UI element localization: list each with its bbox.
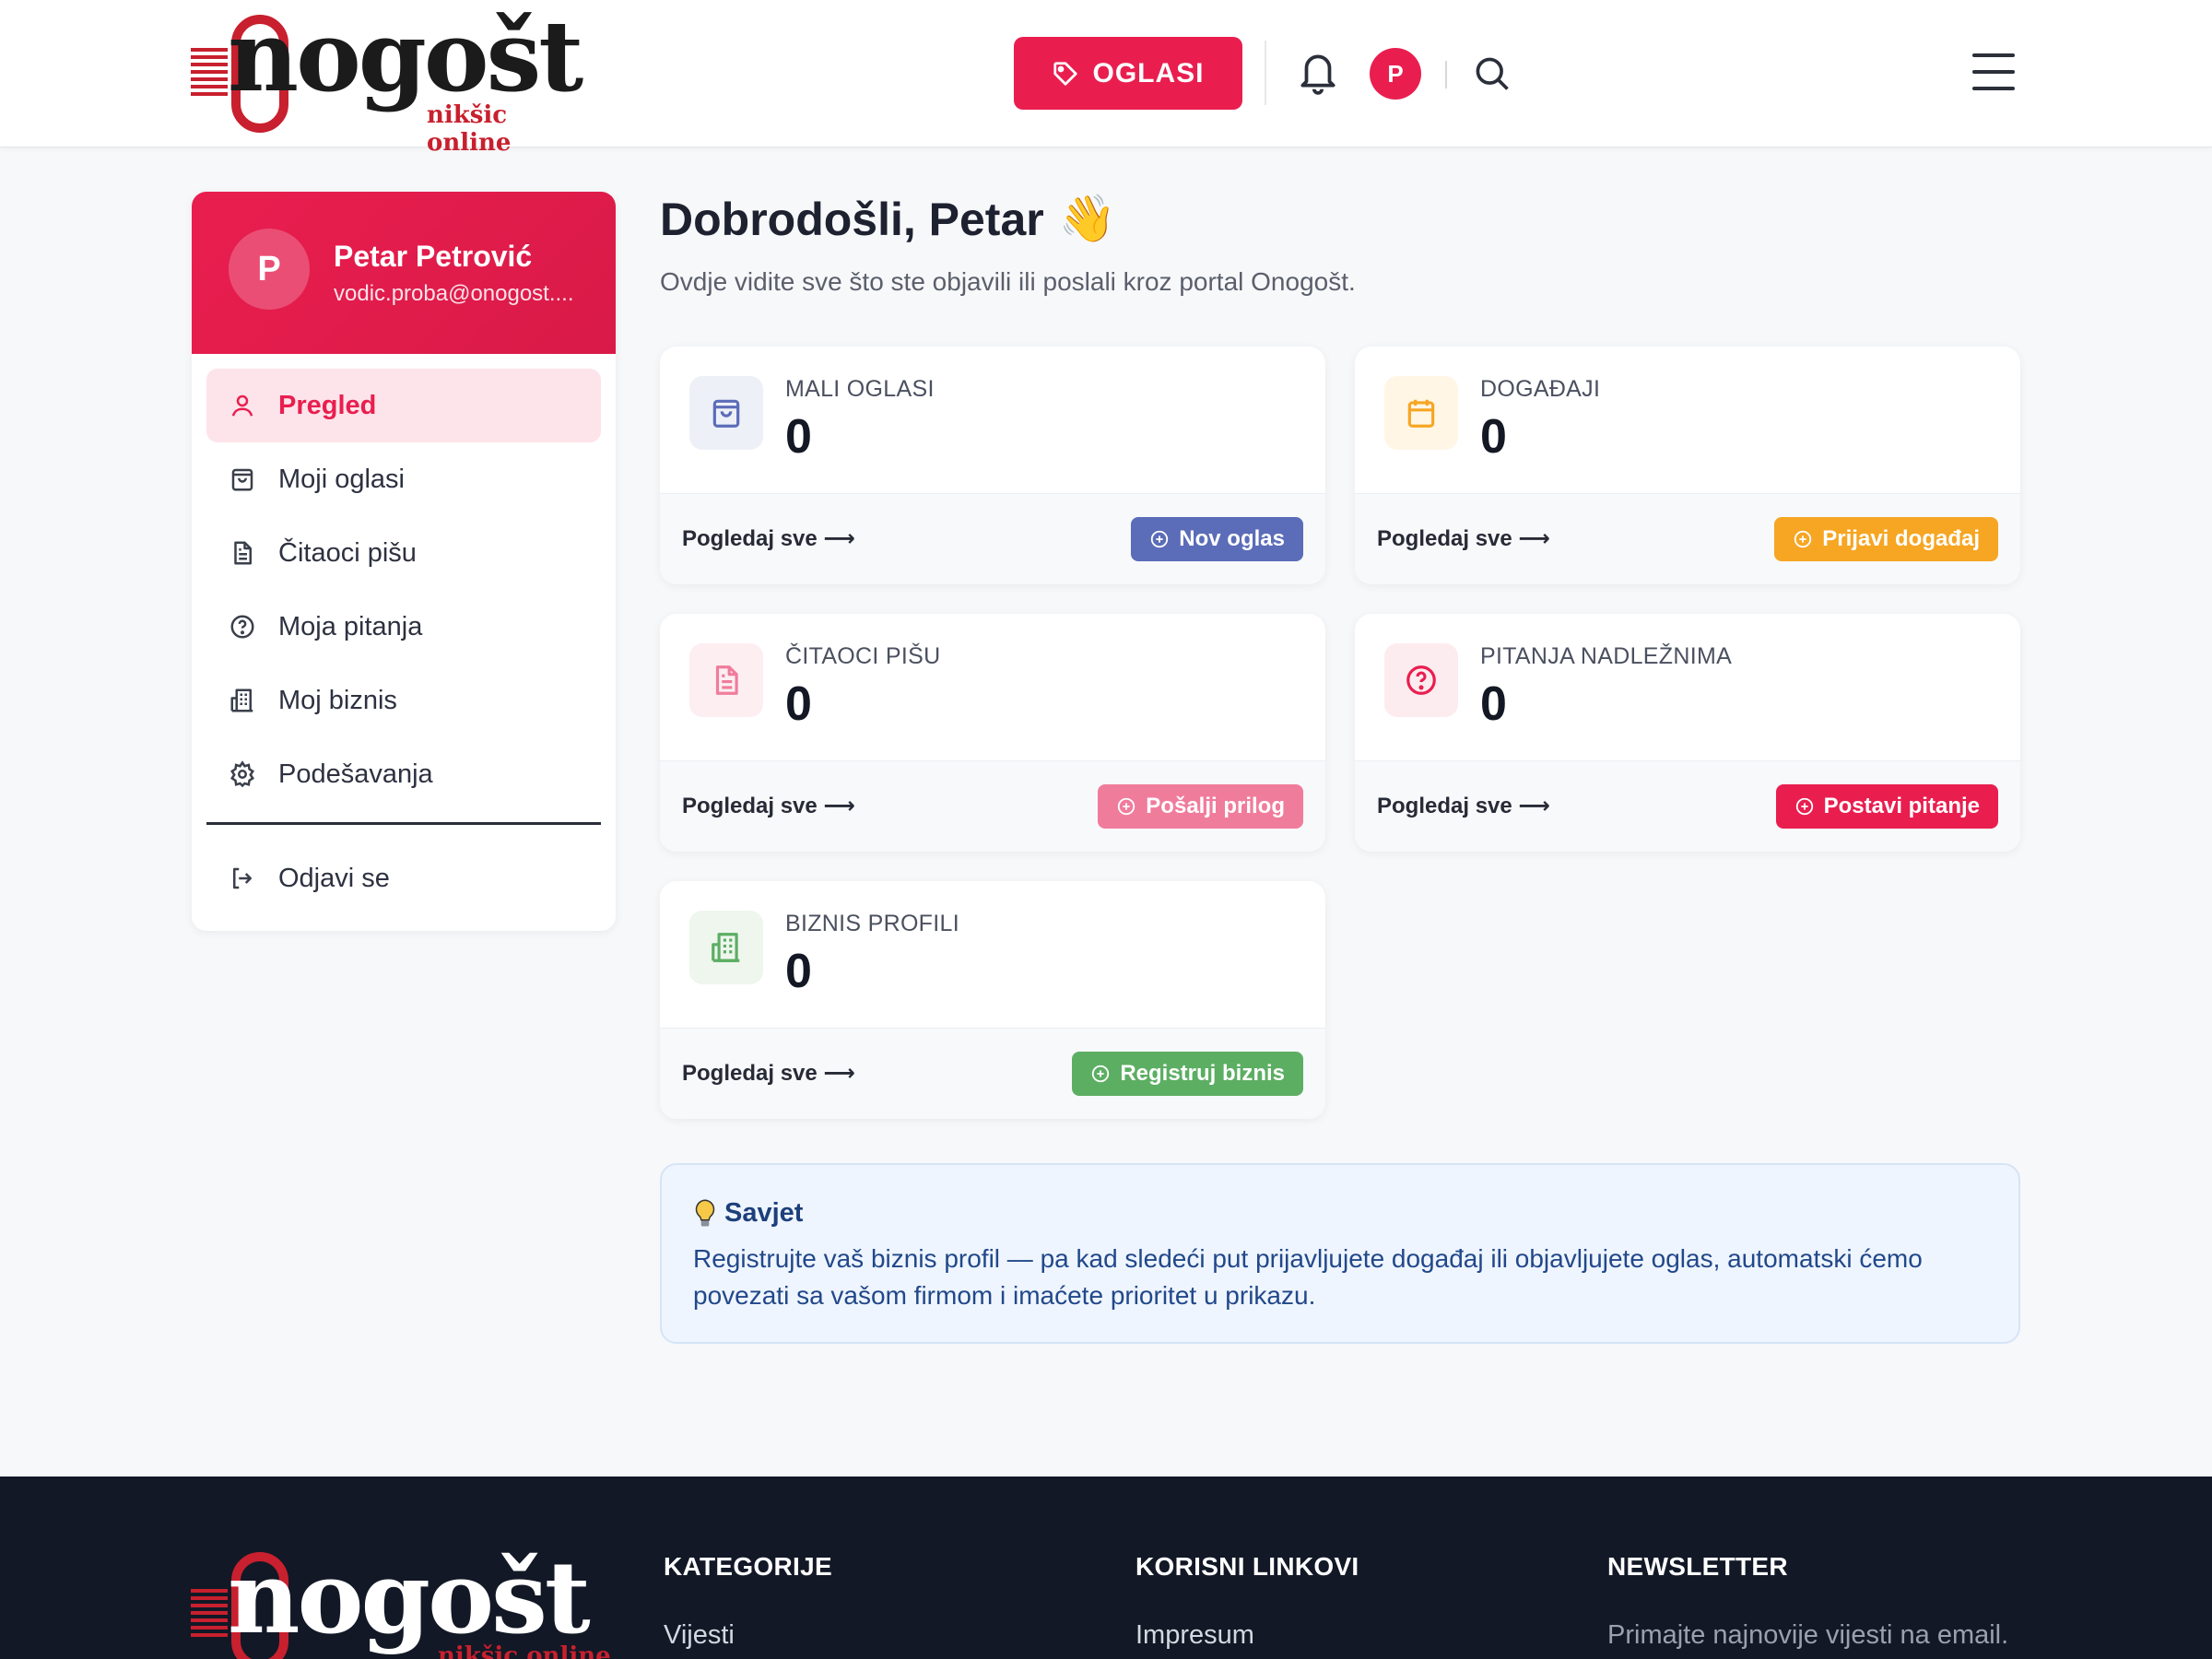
card-label: ČITAOCI PIŠU: [785, 643, 941, 669]
logo-subtitle: nikšic online: [438, 1642, 611, 1659]
view-all-link[interactable]: Pogledaj sve ⟶: [1377, 793, 1550, 819]
view-all-link[interactable]: Pogledaj sve ⟶: [1377, 525, 1550, 552]
report-event-button[interactable]: Prijavi događaj: [1774, 517, 1998, 561]
footer-heading: NEWSLETTER: [1607, 1552, 1788, 1581]
plus-circle-icon: [1092, 1065, 1110, 1083]
footer-link[interactable]: Vijesti: [664, 1620, 832, 1651]
card-label: MALI OGLASI: [785, 376, 935, 402]
card-label: BIZNIS PROFILI: [785, 911, 959, 936]
oglasi-label: OGLASI: [1092, 57, 1205, 88]
sidebar-item-moji-oglasi[interactable]: Moji oglasi: [206, 442, 601, 516]
document-icon: [234, 541, 252, 565]
sidebar-item-label: Moja pitanja: [278, 611, 423, 641]
new-ad-button[interactable]: Nov oglas: [1131, 517, 1303, 561]
ask-question-button[interactable]: Postavi pitanje: [1775, 784, 1998, 829]
building-icon: [230, 688, 253, 712]
logo-wordmark: nogošt: [228, 0, 583, 113]
stat-card-dogadjaji: DOGAĐAJI 0 Pogledaj sve ⟶ Prijavi događa…: [1355, 347, 2020, 584]
stat-card-mali-oglasi: MALI OGLASI 0 Pogledaj sve ⟶ Nov oglas: [660, 347, 1325, 584]
user-icon: [231, 394, 253, 417]
sidebar-nav: Pregled Moji oglasi Čitaoci pišu Moja pi…: [192, 354, 616, 915]
waving-hand-icon: 👋: [1058, 193, 1116, 244]
lightbulb-icon: [695, 1198, 715, 1227]
sidebar-item-pregled[interactable]: Pregled: [206, 369, 601, 442]
profile-avatar: P: [229, 229, 310, 310]
sidebar-item-podesavanja[interactable]: Podešavanja: [206, 737, 601, 811]
site-header: nogošt nikšic online OGLASI P: [0, 0, 2212, 157]
logout-label: Odjavi se: [278, 863, 390, 893]
site-logo[interactable]: nogošt nikšic online: [191, 7, 583, 157]
tip-text: Registrujte vaš biznis profil — pa kad s…: [693, 1244, 1923, 1310]
plus-circle-icon: [1795, 797, 1813, 816]
question-circle-icon: [1384, 643, 1458, 717]
logout-button[interactable]: Odjavi se: [206, 841, 601, 915]
sidebar-item-moj-biznis[interactable]: Moj biznis: [206, 664, 601, 737]
shopping-bag-icon: [689, 376, 763, 450]
footer-link[interactable]: Impresum: [1135, 1620, 1359, 1651]
sidebar-divider: [206, 822, 601, 825]
sidebar-item-moja-pitanja[interactable]: Moja pitanja: [206, 590, 601, 664]
oglasi-button[interactable]: OGLASI: [1014, 37, 1242, 110]
tip-title: Savjet: [693, 1198, 803, 1229]
plus-circle-icon: [1118, 797, 1135, 816]
view-all-link[interactable]: Pogledaj sve ⟶: [682, 793, 855, 819]
logout-icon: [233, 867, 252, 889]
view-all-link[interactable]: Pogledaj sve ⟶: [682, 1060, 855, 1087]
sidebar-item-label: Podešavanja: [278, 759, 433, 789]
card-label: PITANJA NADLEŽNIMA: [1480, 643, 1733, 669]
profile-header: P Petar Petrović vodic.proba@onogost....: [192, 192, 616, 354]
sidebar-item-label: Pregled: [278, 390, 377, 420]
sidebar-item-label: Čitaoci pišu: [278, 537, 417, 568]
question-circle-icon: [230, 615, 254, 639]
card-count: 0: [785, 677, 812, 731]
logo-wordmark: nogošt: [228, 1540, 591, 1656]
view-all-link[interactable]: Pogledaj sve ⟶: [682, 525, 855, 552]
menu-icon[interactable]: [1972, 53, 2015, 92]
sidebar-item-label: Moj biznis: [278, 685, 397, 715]
header-divider: [1445, 61, 1447, 88]
send-contribution-button[interactable]: Pošalji prilog: [1098, 784, 1303, 829]
footer-col-kategorije: KATEGORIJE Vijesti: [664, 1552, 832, 1651]
card-count: 0: [785, 410, 812, 464]
card-label: DOGAĐAJI: [1480, 376, 1601, 402]
welcome-text: Dobrodošli, Petar: [660, 193, 1044, 245]
shopping-bag-icon: [231, 468, 253, 491]
plus-circle-icon: [1151, 530, 1169, 548]
plus-circle-icon: [1794, 530, 1812, 548]
account-sidebar: P Petar Petrović vodic.proba@onogost....…: [192, 192, 616, 931]
logo-subtitle: nikšic online: [427, 101, 512, 157]
search-icon[interactable]: [1472, 53, 1512, 94]
stat-card-citaoci-pisu: ČITAOCI PIŠU 0 Pogledaj sve ⟶ Pošalji pr…: [660, 614, 1325, 852]
building-icon: [689, 911, 763, 984]
gear-icon: [230, 760, 254, 788]
calendar-icon: [1384, 376, 1458, 450]
tag-icon: [1053, 61, 1078, 86]
stat-card-biznis-profili: BIZNIS PROFILI 0 Pogledaj sve ⟶ Registru…: [660, 881, 1325, 1119]
logo-stripes: [191, 1589, 228, 1644]
profile-email: vodic.proba@onogost....: [334, 281, 574, 306]
site-footer: nogošt nikšic online KATEGORIJE Vijesti …: [0, 1477, 2212, 1659]
sidebar-item-label: Moji oglasi: [278, 464, 405, 494]
newsletter-text: Primajte najnovije vijesti na email.: [1607, 1620, 2009, 1650]
card-count: 0: [1480, 677, 1507, 731]
profile-name: Petar Petrović: [334, 240, 533, 273]
sidebar-item-citaoci-pisu[interactable]: Čitaoci pišu: [206, 516, 601, 590]
footer-heading: KATEGORIJE: [664, 1552, 832, 1581]
page-subtitle: Ovdje vidite sve što ste objavili ili po…: [660, 267, 1356, 296]
card-count: 0: [1480, 410, 1507, 464]
notifications-bell-icon[interactable]: [1295, 46, 1341, 98]
footer-col-newsletter: NEWSLETTER Primajte najnovije vijesti na…: [1607, 1552, 2008, 1651]
footer-logo[interactable]: nogošt nikšic online: [191, 1540, 615, 1659]
footer-col-korisni-linkovi: KORISNI LINKOVI Impresum: [1135, 1552, 1359, 1651]
tip-box: Savjet Registrujte vaš biznis profil — p…: [660, 1163, 2020, 1344]
document-icon: [689, 643, 763, 717]
logo-stripes: [191, 48, 228, 103]
header-divider: [1265, 41, 1266, 105]
page-title: Dobrodošli, Petar 👋: [660, 192, 1116, 246]
card-count: 0: [785, 945, 812, 998]
register-business-button[interactable]: Registruj biznis: [1072, 1052, 1303, 1096]
footer-heading: KORISNI LINKOVI: [1135, 1552, 1359, 1581]
stat-card-pitanja: PITANJA NADLEŽNIMA 0 Pogledaj sve ⟶ Post…: [1355, 614, 2020, 852]
user-avatar[interactable]: P: [1370, 48, 1421, 100]
